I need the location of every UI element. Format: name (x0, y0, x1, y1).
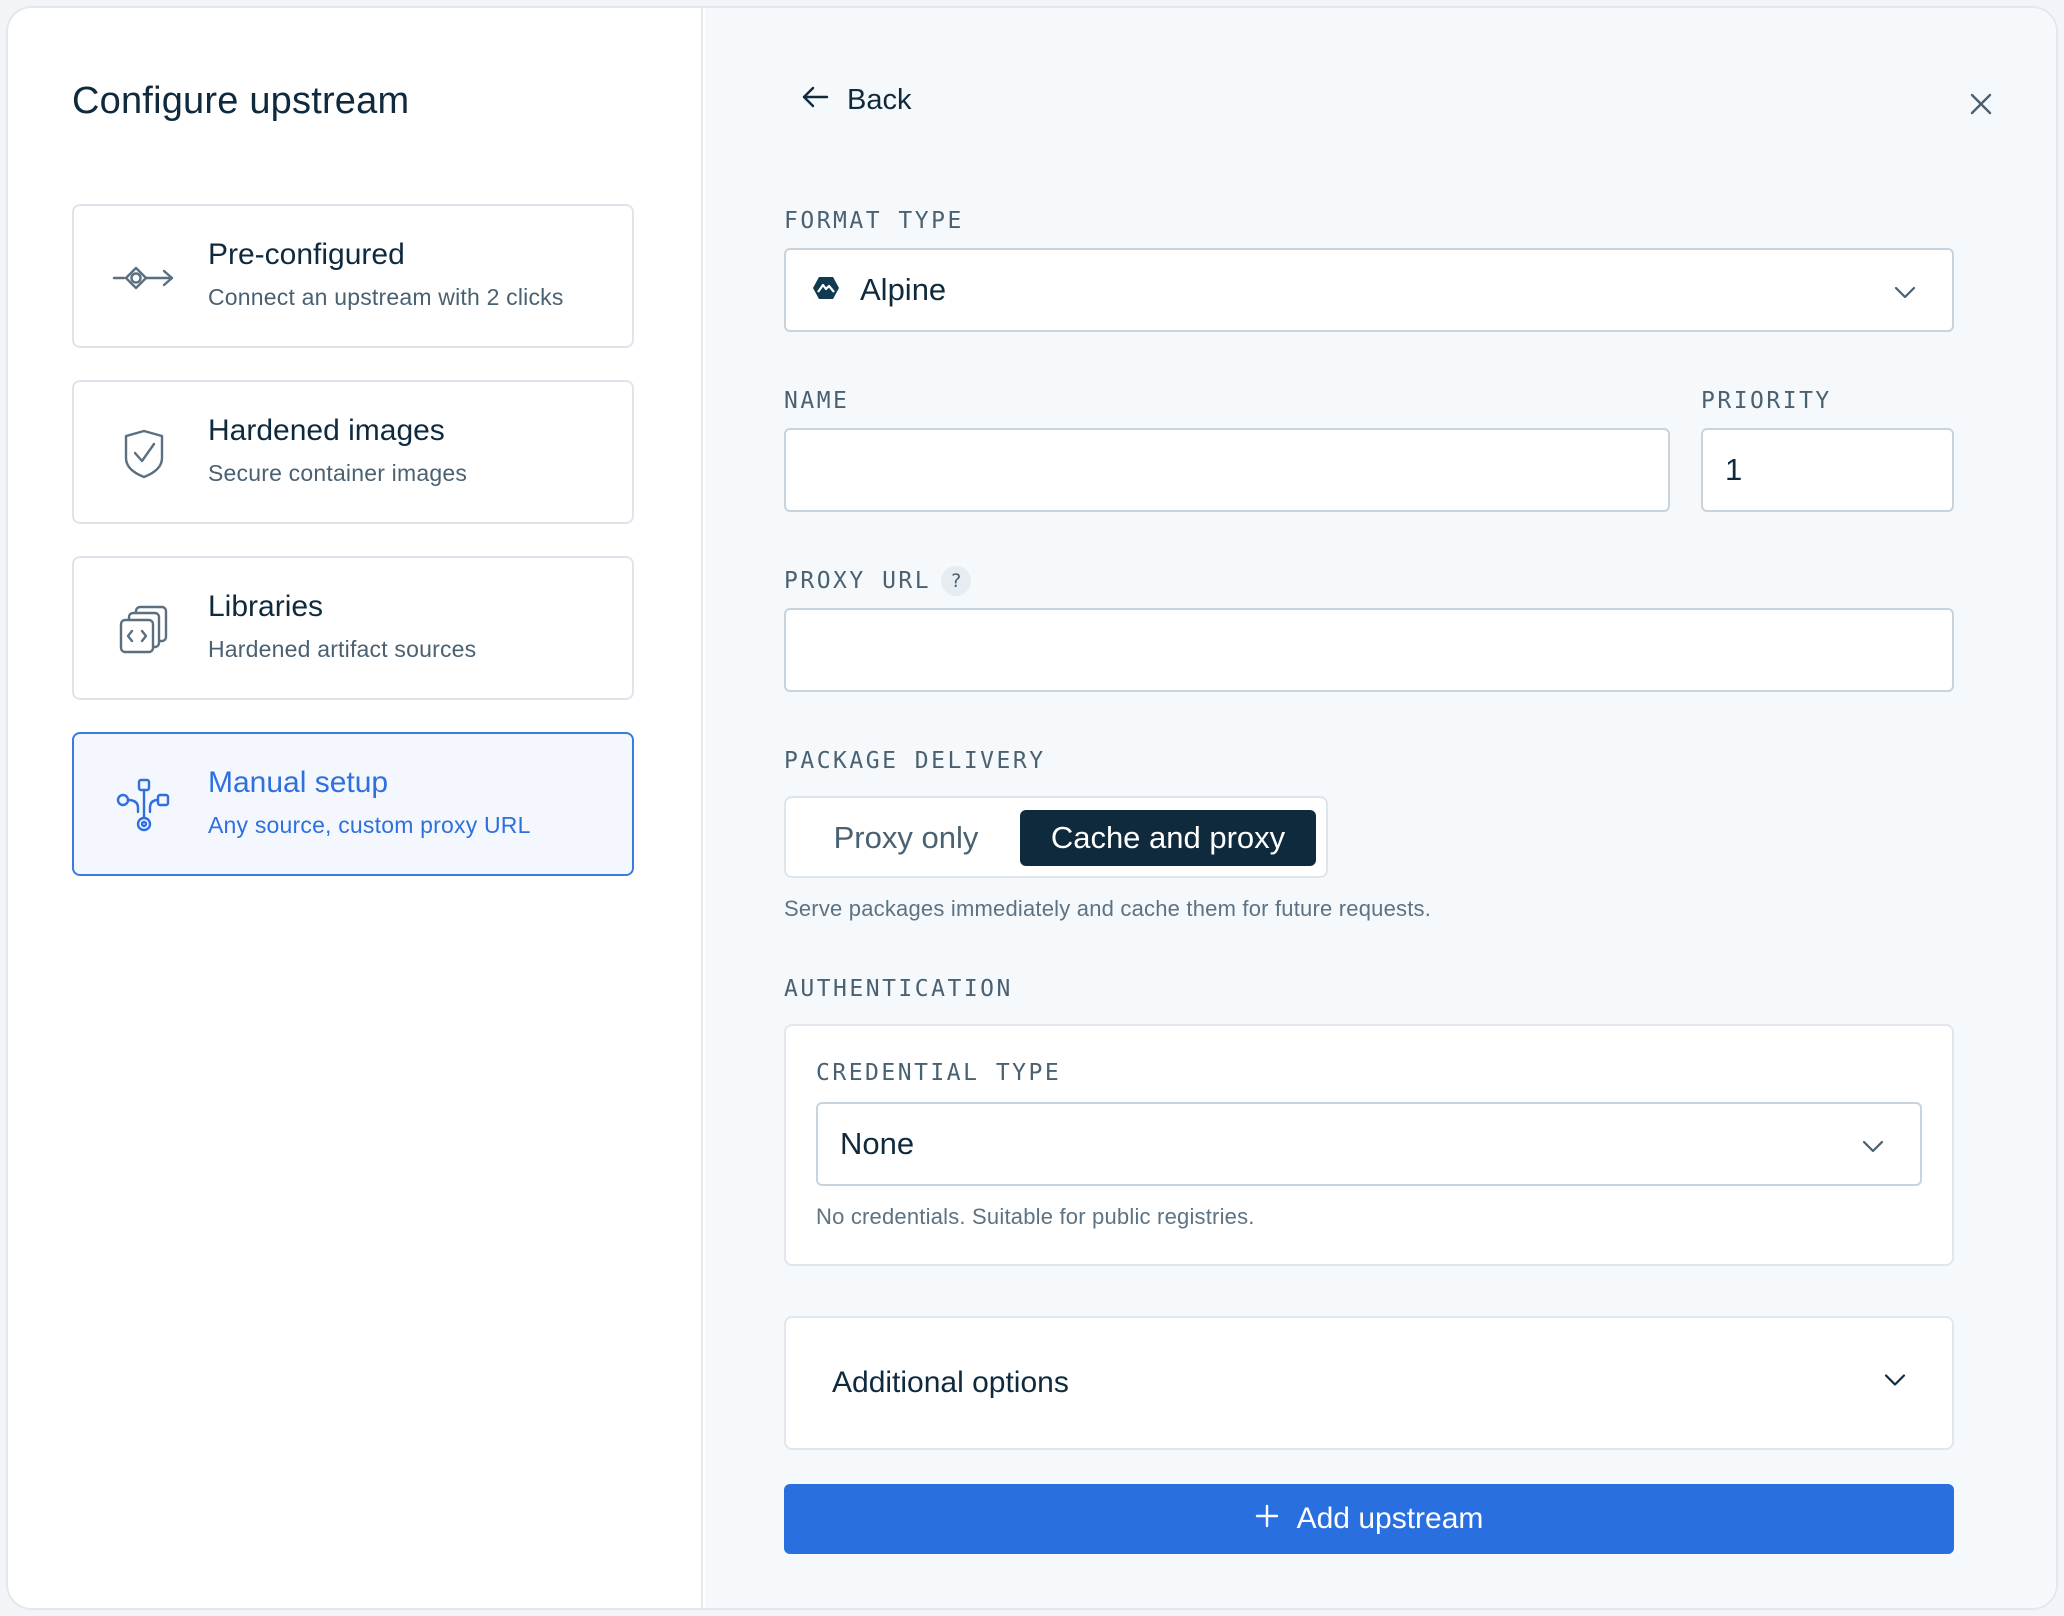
chevron-down-icon (1862, 1126, 1884, 1162)
credential-type-hint: No credentials. Suitable for public regi… (816, 1204, 1255, 1229)
credential-type-select[interactable]: None (816, 1102, 1922, 1186)
chevron-down-icon (1884, 1374, 1906, 1393)
node-arrow-icon (112, 250, 176, 306)
additional-options-expander[interactable]: Additional options (784, 1316, 1954, 1450)
cache-and-proxy-option[interactable]: Cache and proxy (1020, 810, 1316, 866)
priority-input[interactable]: 1 (1701, 428, 1954, 512)
back-button[interactable]: Back (801, 84, 911, 117)
shield-check-icon (112, 426, 176, 482)
close-icon (1970, 93, 1992, 115)
priority-label: PRIORITY (1701, 388, 1832, 414)
option-subtitle: Secure container images (208, 460, 468, 486)
option-title: Hardened images (208, 414, 445, 447)
option-hardened-images[interactable]: Hardened images Secure container images (72, 380, 634, 524)
sidebar: Configure upstream Pre-configured Connec… (8, 8, 703, 1608)
package-delivery-label: PACKAGE DELIVERY (784, 748, 1046, 774)
close-button[interactable] (1961, 84, 2001, 124)
option-title: Manual setup (208, 766, 389, 799)
priority-value: 1 (1725, 452, 1743, 487)
option-subtitle: Hardened artifact sources (208, 636, 477, 662)
alpine-logo-icon (812, 272, 840, 308)
authentication-label: AUTHENTICATION (784, 976, 1013, 1002)
option-title: Pre-configured (208, 238, 405, 271)
credential-type-value: None (840, 1126, 915, 1161)
back-label: Back (847, 84, 912, 116)
proxy-url-label: PROXY URL (784, 568, 932, 594)
add-upstream-label: Add upstream (1296, 1502, 1484, 1535)
format-type-label: FORMAT TYPE (784, 208, 964, 234)
form-panel: Back FORMAT TYPE Alpine NAME PRIORITY 1 … (705, 8, 2056, 1608)
authentication-box: CREDENTIAL TYPE None No credentials. Sui… (784, 1024, 1954, 1266)
code-stack-icon (112, 602, 176, 658)
option-pre-configured[interactable]: Pre-configured Connect an upstream with … (72, 204, 634, 348)
option-subtitle: Any source, custom proxy URL (208, 812, 531, 838)
option-title: Libraries (208, 590, 324, 623)
proxy-only-option[interactable]: Proxy only (800, 810, 1012, 866)
additional-options-title: Additional options (832, 1366, 1069, 1399)
option-manual-setup[interactable]: Manual setup Any source, custom proxy UR… (72, 732, 634, 876)
format-type-select[interactable]: Alpine (784, 248, 1954, 332)
help-icon[interactable]: ? (941, 566, 971, 596)
option-subtitle: Connect an upstream with 2 clicks (208, 284, 564, 310)
arrow-left-icon (801, 84, 829, 117)
add-upstream-button[interactable]: Add upstream (784, 1484, 1954, 1554)
sidebar-title: Configure upstream (72, 80, 410, 122)
network-branch-icon (112, 778, 176, 834)
credential-type-label: CREDENTIAL TYPE (816, 1060, 1062, 1086)
proxy-url-input[interactable] (784, 608, 1954, 692)
option-libraries[interactable]: Libraries Hardened artifact sources (72, 556, 634, 700)
format-type-value: Alpine (860, 272, 947, 307)
chevron-down-icon (1894, 272, 1916, 308)
package-delivery-hint: Serve packages immediately and cache the… (784, 896, 1432, 921)
package-delivery-toggle: Proxy only Cache and proxy (784, 796, 1328, 878)
name-label: NAME (784, 388, 850, 414)
plus-icon (1255, 1502, 1279, 1536)
dialog: Configure upstream Pre-configured Connec… (6, 6, 2058, 1610)
name-input[interactable] (784, 428, 1670, 512)
